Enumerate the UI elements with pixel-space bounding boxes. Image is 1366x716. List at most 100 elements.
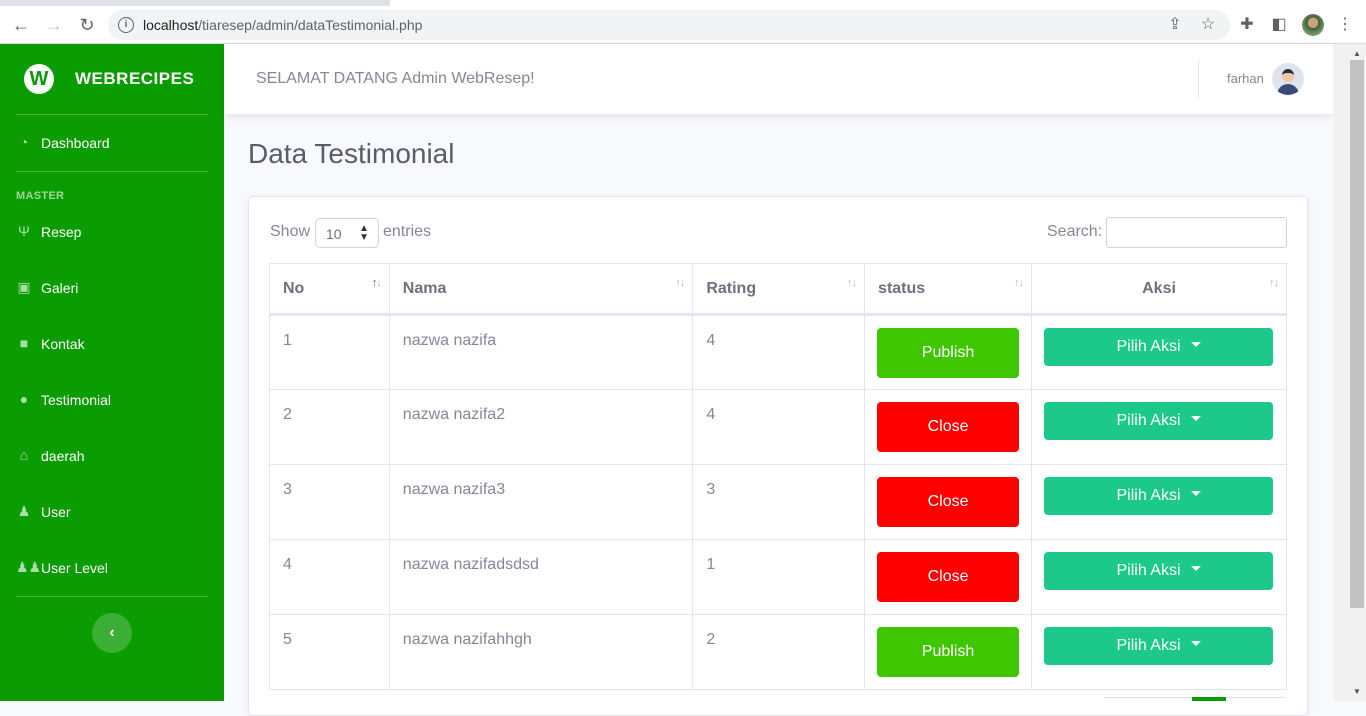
status-close-button[interactable]: Close: [877, 552, 1020, 602]
side-panel-icon[interactable]: ◧: [1269, 15, 1289, 35]
browser-menu-icon[interactable]: ⋮: [1335, 15, 1355, 35]
entries-select[interactable]: 10 ▲ ▼: [315, 218, 379, 248]
browser-toolbar: ← → ↻ i localhost/tiaresep/admin/dataTes…: [0, 6, 1366, 44]
sort-icon: ↑↓: [1269, 277, 1279, 289]
sort-icon: ↑↓: [371, 277, 382, 289]
caret-down-icon: [1190, 641, 1201, 647]
home-icon: ⌂: [19, 447, 29, 463]
extensions-icon[interactable]: ✚: [1237, 15, 1257, 35]
sidebar-item-dashboard[interactable]: ◔ Dashboard: [16, 131, 216, 155]
sidebar-item-kontak[interactable]: ■ Kontak: [16, 332, 216, 356]
sidebar-heading: MASTER: [16, 190, 65, 202]
pilih-aksi-dropdown-button[interactable]: Pilih Aksi: [1044, 402, 1274, 440]
cell-rating: 1: [692, 539, 866, 615]
scroll-up-icon[interactable]: ▲: [1351, 49, 1363, 58]
pilih-aksi-dropdown-button[interactable]: Pilih Aksi: [1044, 477, 1274, 515]
cell-rating: 4: [692, 314, 866, 390]
search-input[interactable]: [1106, 217, 1287, 248]
image-icon: ▣: [17, 279, 31, 295]
sidebar-item-label: Testimonial: [41, 392, 112, 408]
sidebar-item-user[interactable]: ♟ User: [16, 500, 216, 524]
cell-no: 4: [269, 539, 390, 615]
sort-icon: ↑↓: [847, 277, 857, 289]
message-icon: ■: [19, 335, 29, 351]
sidebar-divider: [16, 596, 208, 597]
cell-rating: 3: [692, 464, 866, 540]
browser-profile-avatar[interactable]: [1302, 14, 1324, 36]
status-close-button[interactable]: Close: [877, 402, 1020, 452]
sidebar-item-label: Kontak: [41, 336, 85, 352]
sidebar-divider: [16, 171, 208, 172]
sidebar-item-label: daerah: [41, 448, 85, 464]
status-close-button[interactable]: Close: [877, 477, 1020, 527]
address-bar[interactable]: i localhost/tiaresep/admin/dataTestimoni…: [108, 10, 1230, 40]
pagination-active-page[interactable]: [1192, 697, 1226, 701]
sidebar-divider: [16, 114, 208, 115]
cell-rating: 4: [692, 389, 866, 465]
avatar[interactable]: [1272, 63, 1304, 95]
search-label: Search:: [1047, 223, 1103, 240]
sidebar: W WEBRECIPES ◔ Dashboard MASTER Ψ Resep …: [0, 44, 224, 701]
tachometer-icon: ◔: [19, 134, 29, 150]
pilih-aksi-dropdown-button[interactable]: Pilih Aksi: [1044, 627, 1274, 665]
brand-name: WEBRECIPES: [75, 69, 195, 88]
sidebar-item-galeri[interactable]: ▣ Galeri: [16, 276, 216, 300]
entries-value: 10: [326, 226, 342, 242]
sidebar-toggle-button[interactable]: ‹: [92, 613, 132, 653]
sidebar-item-label: Galeri: [41, 280, 79, 296]
status-publish-button[interactable]: Publish: [877, 328, 1020, 378]
column-header-no[interactable]: No ↑↓: [269, 263, 390, 316]
column-header-status[interactable]: status ↑↓: [864, 263, 1033, 316]
share-icon[interactable]: ⇪: [1165, 15, 1185, 35]
status-publish-button[interactable]: Publish: [877, 627, 1020, 677]
sidebar-item-label: User Level: [41, 560, 108, 576]
entries-label: entries: [383, 223, 432, 240]
page-title: Data Testimonial: [248, 138, 455, 169]
sort-icon: ↑↓: [675, 277, 685, 289]
url-path: /tiaresep/admin/dataTestimonial.php: [198, 17, 423, 33]
table-row: 5 nazwa nazifahhgh 2 Publish Pilih Aksi: [269, 614, 1287, 690]
column-header-rating[interactable]: Rating ↑↓: [692, 263, 866, 316]
scroll-thumb[interactable]: [1350, 60, 1364, 608]
sidebar-item-label: User: [41, 504, 71, 520]
sidebar-item-resep[interactable]: Ψ Resep: [16, 220, 216, 244]
sidebar-brand[interactable]: W WEBRECIPES: [0, 44, 224, 114]
cell-nama: nazwa nazifa: [388, 314, 694, 390]
sidebar-item-daerah[interactable]: ⌂ daerah: [16, 444, 216, 468]
chevron-left-icon: ‹: [109, 624, 115, 641]
select-arrows-icon: ▲ ▼: [359, 223, 369, 243]
cell-no: 3: [269, 464, 390, 540]
user-name[interactable]: farhan: [1227, 71, 1264, 86]
sidebar-item-testimonial[interactable]: ● Testimonial: [16, 388, 216, 412]
table-header-row: No ↑↓ Nama ↑↓ Rating ↑↓ status ↑↓ Aksi ↑↓: [269, 263, 1287, 316]
welcome-text: SELAMAT DATANG Admin WebResep!: [256, 70, 535, 87]
sidebar-item-user-level[interactable]: ♟♟ User Level: [16, 556, 216, 580]
table-row: 2 nazwa nazifa2 4 Close Pilih Aksi: [269, 389, 1287, 465]
cell-no: 2: [269, 389, 390, 465]
cell-no: 1: [269, 314, 390, 390]
column-header-nama[interactable]: Nama ↑↓: [388, 263, 694, 316]
info-icon[interactable]: i: [118, 17, 134, 33]
topbar-divider: [1198, 60, 1199, 98]
forward-icon[interactable]: →: [43, 14, 65, 36]
back-icon[interactable]: ←: [10, 14, 32, 36]
pilih-aksi-dropdown-button[interactable]: Pilih Aksi: [1044, 552, 1274, 590]
page-scrollbar[interactable]: ▲ ▼: [1333, 44, 1366, 701]
reload-icon[interactable]: ↻: [76, 14, 98, 36]
caret-down-icon: [1190, 566, 1201, 572]
url-host: localhost: [143, 17, 199, 33]
bookmark-star-icon[interactable]: ☆: [1198, 15, 1218, 35]
caret-down-icon: [1190, 491, 1201, 497]
column-header-aksi[interactable]: Aksi ↑↓: [1031, 263, 1287, 316]
caret-down-icon: [1190, 342, 1201, 348]
url-text[interactable]: localhost/tiaresep/admin/dataTestimonial…: [143, 17, 422, 33]
data-card: Show 10 ▲ ▼ entries Search: No ↑↓ Nama ↑↓ R…: [248, 196, 1308, 716]
user-icon: ♟: [17, 503, 31, 519]
table-row: 3 nazwa nazifa3 3 Close Pilih Aksi: [269, 464, 1287, 540]
comment-icon: ●: [19, 391, 29, 407]
pilih-aksi-dropdown-button[interactable]: Pilih Aksi: [1044, 328, 1274, 366]
sidebar-item-label: Dashboard: [41, 135, 110, 151]
sort-icon: ↑↓: [1014, 277, 1024, 289]
show-label: Show: [270, 223, 311, 240]
scroll-down-icon[interactable]: ▼: [1351, 687, 1363, 696]
